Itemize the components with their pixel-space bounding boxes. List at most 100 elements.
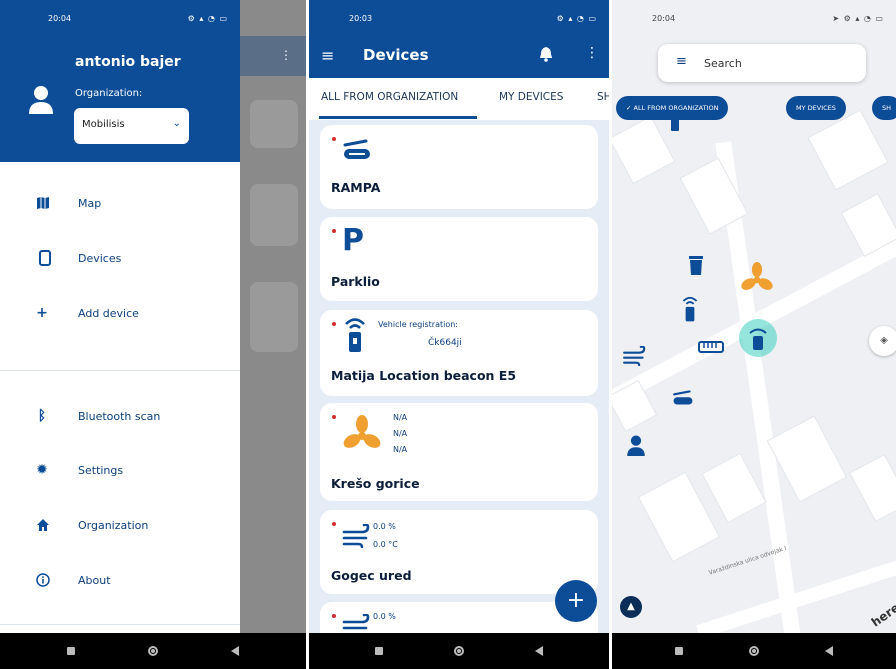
beacon-marker-icon[interactable] (682, 294, 698, 324)
drawer-item-label: Organization (78, 518, 149, 532)
tab-all-from-organization[interactable]: ALL FROM ORGANIZATION (321, 91, 458, 103)
status-time: 20:04 (652, 13, 676, 23)
gear-icon: ✹ (36, 462, 48, 478)
fan-icon (343, 415, 381, 448)
page-title: Devices (363, 46, 429, 64)
home-button[interactable] (453, 646, 464, 656)
drawer-item-settings[interactable]: ✹ Settings (0, 455, 240, 485)
map-building (849, 453, 896, 523)
beacon-selected-marker-icon[interactable] (738, 318, 778, 358)
system-nav-bar (309, 633, 609, 669)
chip-label: SH (882, 104, 892, 112)
back-button[interactable] (231, 646, 240, 656)
chip-label: ALL FROM ORGANIZATION (633, 104, 719, 112)
drawer-item-map[interactable]: Map (0, 188, 240, 218)
device-name: RAMPA (331, 180, 381, 195)
back-button[interactable] (825, 646, 833, 656)
filter-chip-my-devices[interactable]: MY DEVICES (786, 96, 846, 120)
drawer-item-bluetooth-scan[interactable]: ᛒ Bluetooth scan (0, 401, 240, 431)
tab-bar: ALL FROM ORGANIZATION MY DEVICES SH (309, 78, 609, 120)
device-card[interactable]: P Parklio (320, 217, 598, 301)
trash-bin-marker-icon[interactable] (688, 254, 704, 276)
drawer-item-about[interactable]: About (0, 565, 240, 595)
recents-button[interactable] (675, 647, 683, 655)
barrier-marker-icon[interactable] (672, 390, 694, 406)
device-name: Matija Location beacon E5 (331, 368, 517, 383)
beacon-marker-icon[interactable] (670, 116, 680, 132)
home-icon (37, 519, 49, 531)
screenshot-drawer: ⋮ 20:04 ⚙ ▴ ◔ ▭ antonio bajer Organizati… (0, 0, 306, 669)
filter-chip-shared[interactable]: SH (872, 96, 896, 120)
status-time: 20:04 (48, 13, 72, 23)
status-icons: ⚙ ▴ ◔ ▭ (187, 13, 228, 23)
navigation-drawer: 20:04 ⚙ ▴ ◔ ▭ antonio bajer Organization… (0, 0, 240, 633)
beacon-icon (345, 318, 365, 352)
map-brand-logo: here (868, 600, 896, 630)
device-card[interactable]: Vehicle registration: Čk664ji Matija Loc… (320, 310, 598, 396)
tab-shared[interactable]: SH (597, 91, 609, 103)
organization-value: Mobilisis (82, 119, 125, 130)
drawer-item-devices[interactable]: Devices (0, 243, 240, 273)
recents-button[interactable] (374, 647, 383, 655)
sensor-value: N/A (393, 413, 408, 422)
status-icons: ➤ ⚙ ▴ ◔ ▭ (832, 13, 884, 23)
status-bar: 20:04 ➤ ⚙ ▴ ◔ ▭ (612, 0, 896, 36)
device-card[interactable]: 0.0 % 0.0 °C Gogec ured (320, 510, 598, 594)
hamburger-menu-icon[interactable]: ≡ (676, 54, 687, 69)
wind-marker-icon[interactable] (622, 346, 648, 366)
layers-icon[interactable]: ◈ (869, 326, 896, 356)
status-dot (332, 229, 336, 233)
status-dot (332, 322, 336, 326)
device-card[interactable]: N/A N/A N/A Krešo gorice (320, 403, 598, 501)
search-bar[interactable]: ≡ Search (658, 44, 866, 82)
drawer-item-label: Devices (78, 251, 122, 265)
device-card[interactable]: RAMPA (320, 125, 598, 209)
user-icon (29, 86, 53, 114)
barrier-icon (343, 139, 370, 159)
status-dot (332, 415, 336, 419)
sensor-value: N/A (393, 429, 408, 438)
ruler-marker-icon[interactable] (698, 340, 724, 354)
app-bar: 20:03 ⚙ ▴ ◔ ▭ ≡ Devices ⋮ (309, 0, 609, 78)
device-name: Parklio (331, 274, 380, 289)
user-location-marker-icon[interactable] (626, 434, 646, 456)
more-icon[interactable]: ⋮ (585, 45, 599, 61)
info-label: Vehicle registration: (378, 320, 459, 329)
wind-icon (342, 524, 370, 548)
background-card (250, 184, 298, 246)
hamburger-menu-icon[interactable]: ≡ (321, 46, 334, 65)
fan-marker-icon[interactable] (740, 262, 774, 296)
back-button[interactable] (535, 646, 544, 656)
info-icon (36, 573, 50, 587)
background-card (250, 282, 298, 352)
organization-label: Organization: (75, 88, 143, 99)
sensor-value: 0.0 % (373, 612, 396, 621)
drawer-item-organization[interactable]: Organization (0, 510, 240, 540)
drawer-item-label: Map (78, 196, 102, 210)
home-button[interactable] (147, 646, 158, 656)
tab-my-devices[interactable]: MY DEVICES (499, 91, 563, 103)
chevron-down-icon: ⌄ (172, 118, 181, 129)
status-bar: 20:04 ⚙ ▴ ◔ ▭ (0, 0, 240, 36)
background-card (250, 100, 298, 148)
drawer-item-add-device[interactable]: + Add device (0, 298, 240, 328)
screenshot-map: 20:04 ➤ ⚙ ▴ ◔ ▭ Varaždinska ulica odvoja… (612, 0, 896, 669)
map-building (612, 115, 676, 185)
status-time: 20:03 (349, 13, 373, 23)
add-device-fab[interactable]: + (555, 580, 597, 622)
drawer-item-label: Add device (78, 306, 139, 320)
recents-button[interactable] (66, 647, 75, 655)
organization-select[interactable]: Mobilisis ⌄ (74, 108, 189, 144)
device-name: Krešo gorice (331, 476, 420, 491)
status-dot (332, 522, 336, 526)
sensor-value: N/A (393, 445, 408, 454)
map-building (807, 109, 889, 191)
screenshot-devices: 20:03 ⚙ ▴ ◔ ▭ ≡ Devices ⋮ ALL FROM ORGAN… (309, 0, 609, 669)
status-bar: 20:03 ⚙ ▴ ◔ ▭ (309, 0, 609, 36)
bell-icon[interactable] (539, 46, 553, 62)
home-button[interactable] (749, 646, 759, 656)
compass-icon[interactable]: ▲ (620, 596, 642, 618)
chip-label: MY DEVICES (796, 104, 836, 112)
status-dot (332, 137, 336, 141)
status-icons: ⚙ ▴ ◔ ▭ (556, 13, 597, 23)
